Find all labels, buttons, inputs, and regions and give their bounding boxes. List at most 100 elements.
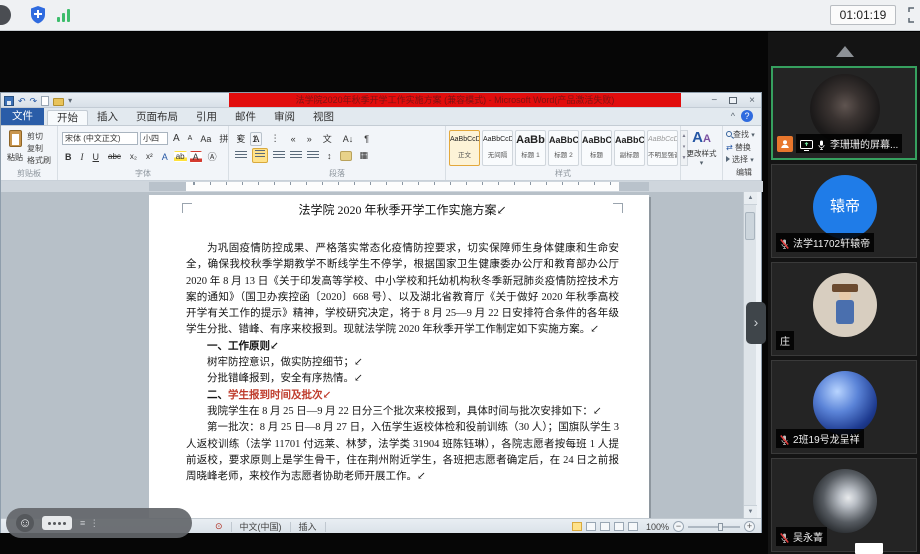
save-icon[interactable] (4, 96, 14, 106)
tab-page-layout[interactable]: 页面布局 (127, 110, 187, 125)
asian-layout-button[interactable]: 文 (320, 130, 335, 147)
close-button[interactable]: × (749, 95, 755, 106)
participant-tile[interactable]: 2班19号龙呈祥 (771, 360, 917, 454)
tab-mailings[interactable]: 邮件 (226, 110, 265, 125)
find-button[interactable]: 查找 ▾ (723, 129, 762, 142)
vertical-scrollbar[interactable]: ▲ ▼ (743, 192, 756, 518)
format-painter-button[interactable]: 格式刷 (27, 155, 51, 167)
decrease-indent-button[interactable]: « (288, 132, 299, 146)
word-titlebar[interactable]: ↶ ↷ ▾ 法学院2020年秋季开学工作实施方案 (兼容模式) - Micros… (1, 93, 761, 108)
fullscreen-icon[interactable] (908, 7, 920, 23)
font-size-select[interactable]: 小四 (140, 132, 168, 145)
tab-references[interactable]: 引用 (187, 110, 226, 125)
strikethrough-button[interactable]: abc (105, 150, 124, 163)
borders-button[interactable]: ▦ (357, 148, 372, 163)
minimize-ribbon-icon[interactable]: ^ (731, 111, 735, 121)
help-icon[interactable]: ? (741, 110, 753, 122)
scrollbar-thumb[interactable] (745, 212, 755, 240)
participant-tile[interactable]: 吴永菁 (771, 458, 917, 552)
select-button[interactable]: 选择 ▾ (723, 154, 762, 167)
align-left-button[interactable] (235, 151, 247, 160)
zoom-level[interactable]: 100% (646, 522, 669, 532)
cut-button[interactable]: 剪切 (27, 131, 51, 143)
participant-tile[interactable]: 辕帝 法学11702轩辕帝 (771, 164, 917, 258)
tab-view[interactable]: 视图 (304, 110, 343, 125)
tab-review[interactable]: 审阅 (265, 110, 304, 125)
superscript-button[interactable]: x² (143, 150, 156, 163)
tab-file[interactable]: 文件 (1, 108, 44, 125)
highlight-button[interactable]: ab (174, 151, 187, 162)
customize-qat-icon[interactable]: ▾ (68, 96, 72, 105)
language-status[interactable]: 中文(中国) (240, 520, 282, 533)
shading-button[interactable] (340, 151, 352, 161)
horizontal-ruler[interactable] (1, 181, 763, 192)
distribute-button[interactable] (307, 151, 319, 160)
replace-button[interactable]: ⇄ 替换 (723, 142, 762, 154)
bullets-button[interactable]: • (235, 132, 244, 146)
justify-button[interactable] (290, 151, 302, 160)
font-family-select[interactable]: 宋体 (中文正文) (62, 132, 138, 145)
font-color-button[interactable]: A (190, 151, 202, 163)
tab-home[interactable]: 开始 (47, 110, 88, 125)
tab-insert[interactable]: 插入 (88, 110, 127, 125)
align-center-button[interactable] (252, 148, 268, 163)
scroll-up-icon[interactable]: ▲ (744, 192, 757, 205)
zoom-slider[interactable] (688, 526, 740, 528)
subscript-button[interactable]: x₂ (127, 150, 140, 163)
outline-view-button[interactable] (614, 522, 624, 531)
web-layout-view-button[interactable] (600, 522, 610, 531)
increase-indent-button[interactable]: » (304, 132, 315, 146)
enclose-char-button[interactable]: Ⓐ (205, 148, 220, 165)
grow-font-button[interactable]: A (170, 131, 183, 146)
collapse-up-icon[interactable] (836, 46, 854, 57)
open-folder-icon[interactable] (53, 98, 64, 106)
draft-view-button[interactable] (628, 522, 638, 531)
paste-button[interactable]: 粘贴 (5, 130, 25, 165)
scroll-down-icon[interactable]: ▼ (744, 505, 757, 518)
print-layout-view-button[interactable] (572, 522, 582, 531)
bold-button[interactable]: B (62, 150, 75, 164)
participant-tile-presenter[interactable]: 李珊珊的屏幕... (771, 66, 917, 160)
zoom-slider-thumb[interactable] (718, 523, 723, 531)
style-title[interactable]: AaBbC 标题 (581, 130, 612, 166)
fullscreen-reading-view-button[interactable] (586, 522, 596, 531)
shrink-font-button[interactable]: A (185, 133, 196, 144)
floating-ime-toolbar[interactable]: ☺ ≡ ⋮ (6, 508, 192, 538)
undo-icon[interactable]: ↶ (18, 95, 26, 107)
participant-tile[interactable]: 庄 (771, 262, 917, 356)
italic-button[interactable]: I (78, 150, 87, 164)
style-normal[interactable]: AaBbCcDd 正文 (449, 130, 480, 166)
align-right-button[interactable] (273, 151, 285, 160)
numbering-button[interactable]: 1. (249, 132, 263, 146)
zoom-in-button[interactable]: + (744, 521, 755, 532)
style-subtitle[interactable]: AaBbC 副标题 (614, 130, 645, 166)
insert-mode-status[interactable]: 插入 (299, 520, 317, 533)
ime-smiley-icon[interactable]: ☺ (16, 514, 34, 532)
sort-button[interactable]: A↓ (340, 132, 357, 146)
line-spacing-button[interactable]: ↕ (324, 149, 335, 163)
restore-button[interactable] (729, 97, 737, 104)
style-heading2[interactable]: AaBbC 标题 2 (548, 130, 579, 166)
participant-name: 庄 (780, 333, 790, 348)
macro-record-icon[interactable]: ⊙ (215, 521, 223, 532)
style-heading1[interactable]: AaBb 标题 1 (515, 130, 546, 166)
zoom-out-button[interactable]: − (673, 521, 684, 532)
style-subtle-emphasis[interactable]: AaBbCcDd 不明显强调 (647, 130, 678, 166)
copy-button[interactable]: 复制 (27, 143, 51, 155)
new-document-icon[interactable] (41, 96, 49, 106)
text-effects-button[interactable]: A (159, 150, 171, 164)
ime-keyboard-icon[interactable] (42, 516, 72, 530)
underline-button[interactable]: U (90, 150, 103, 164)
show-marks-button[interactable]: ¶ (361, 132, 372, 146)
document-area[interactable]: 法学院 2020 年秋季开学工作实施方案↙ 为巩固疫情防控成果、严格落实常态化疫… (1, 192, 749, 518)
panel-collapse-button[interactable]: › (746, 302, 766, 344)
network-signal-icon[interactable] (57, 8, 73, 22)
redo-icon[interactable]: ↷ (30, 95, 38, 107)
change-case-button[interactable]: Aa (197, 132, 214, 146)
minimize-button[interactable]: − (711, 95, 717, 106)
style-no-spacing[interactable]: AaBbCcDd 无间隔 (482, 130, 513, 166)
multilevel-list-button[interactable]: ⋮ (268, 131, 283, 146)
shield-protect-icon[interactable] (28, 5, 48, 25)
change-styles-group[interactable]: AA 更改样式 ▾ (681, 126, 723, 180)
document-page[interactable]: 法学院 2020 年秋季开学工作实施方案↙ 为巩固疫情防控成果、严格落实常态化疫… (149, 195, 649, 518)
